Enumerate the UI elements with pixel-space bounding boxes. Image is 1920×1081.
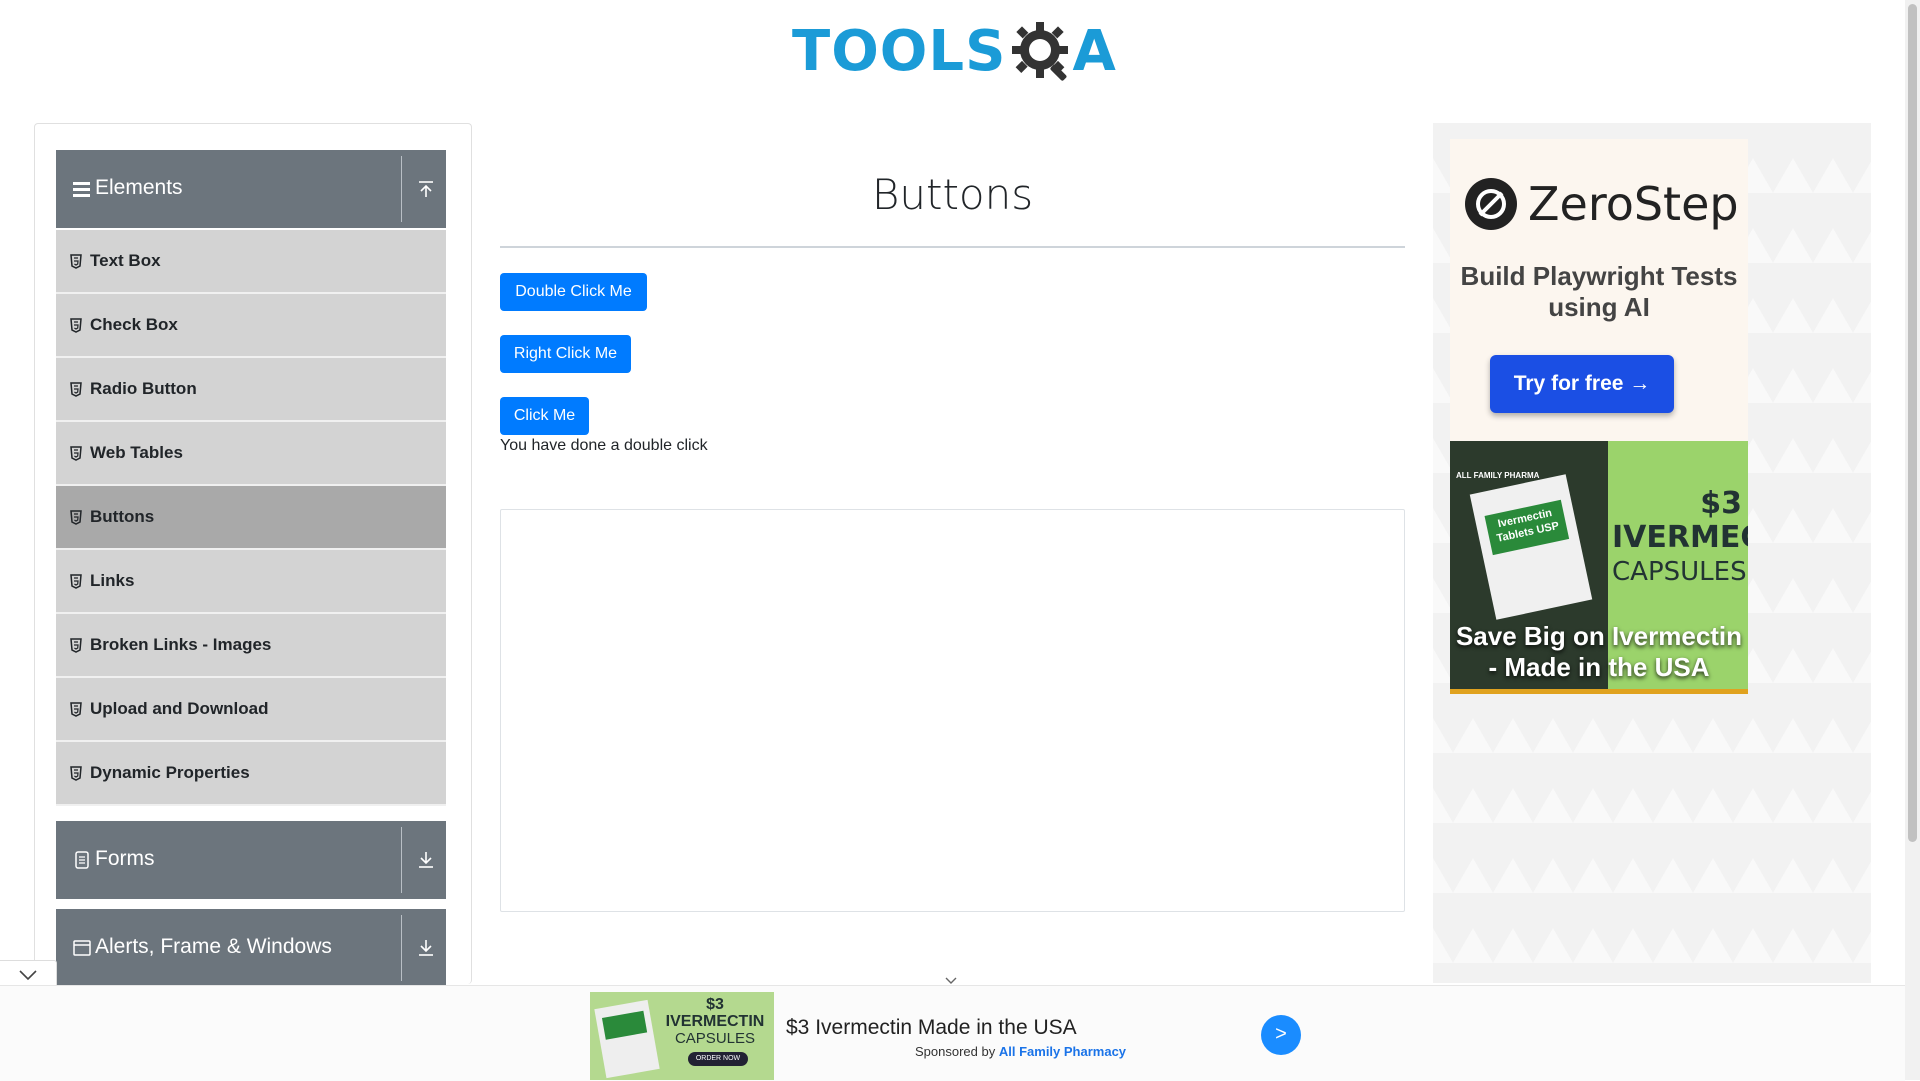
zerostep-tagline: Build Playwright Tests using AI [1460,261,1738,322]
group-forms[interactable]: Forms [56,821,446,899]
divider [401,915,402,981]
zerostep-ad[interactable]: ZeroStep Build Playwright Tests using AI… [1450,139,1748,443]
vertical-scrollbar[interactable] [1905,0,1920,1080]
html5-icon [70,318,82,333]
gear-magnifier-icon [1012,22,1069,81]
double-click-button[interactable]: Double Click Me [500,273,647,311]
logo-wordmark: TOOLS [792,19,1007,84]
scrollbar-thumb[interactable] [1908,4,1917,842]
group-alerts-frame-windows[interactable]: Alerts, Frame & Windows [56,909,446,987]
expand-down-icon[interactable] [415,937,437,959]
elements-menu: Text Box Check Box Radio Button Web Tabl… [56,230,446,806]
ad-headline: Save Big on Ivermectin - Made in the USA [1455,621,1743,682]
ad-price: $3 [1700,486,1742,521]
page-title: Buttons [871,170,1034,219]
sidebar-item-label: Links [90,571,135,590]
ad-product-form: CAPSULES [1612,557,1747,587]
document-icon [75,851,89,869]
zerostep-brand: ZeroStep [1528,177,1739,231]
sidebar-item-label: Dynamic Properties [90,763,250,782]
banner-thumbnail[interactable]: $3 IVERMECTIN CAPSULES ORDER NOW [590,992,774,1080]
left-panel: Elements Text Box Check Box Radio Button… [34,123,472,987]
sidebar-item-label: Text Box [90,251,161,270]
banner-next-button[interactable]: > [1261,1015,1301,1055]
zerostep-logo-icon [1465,178,1517,230]
sidebar-item-label: Radio Button [90,379,197,398]
divider [401,827,402,893]
ad-product-name: IVERMECTIN [1612,520,1748,555]
group-label: Alerts, Frame & Windows [95,935,332,958]
sidebar-item-text-box[interactable]: Text Box [56,230,446,294]
html5-icon [70,638,82,653]
product-box-image [594,999,660,1079]
divider [401,156,402,222]
bottom-banner-ad[interactable]: $3 IVERMECTIN CAPSULES ORDER NOW $3 Iver… [0,977,1905,1081]
sidebar-item-label: Web Tables [90,443,183,462]
hamburger-icon [73,182,90,197]
zerostep-logo: ZeroStep [1464,177,1739,231]
group-elements[interactable]: Elements [56,150,446,228]
sidebar-item-upload-download[interactable]: Upload and Download [56,678,446,742]
html5-icon [70,382,82,397]
sidebar-item-buttons[interactable]: Buttons [56,486,446,550]
banner-thumb-price: $3 [706,996,724,1013]
banner-thumb-cta: ORDER NOW [688,1052,748,1066]
product-box-image: Ivermectin Tablets USP [1469,474,1593,620]
sidebar-item-dynamic-properties[interactable]: Dynamic Properties [56,742,446,806]
html5-icon [70,766,82,781]
toolsqa-logo[interactable]: TOOLS A [792,14,1117,90]
sidebar-item-label: Buttons [90,507,155,526]
html5-icon [70,510,82,525]
expand-down-icon[interactable] [415,849,437,871]
logo-wordmark-qa: A [1072,19,1117,84]
double-click-message: You have done a double click [500,437,708,454]
banner-thumb-text: $3 IVERMECTIN CAPSULES [660,996,770,1047]
sidebar-item-label: Broken Links - Images [90,635,272,654]
banner-headline[interactable]: $3 Ivermectin Made in the USA [786,1016,1077,1040]
collapse-up-icon[interactable] [415,178,437,200]
sidebar-item-radio-button[interactable]: Radio Button [56,358,446,422]
sidebar-item-check-box[interactable]: Check Box [56,294,446,358]
right-click-button[interactable]: Right Click Me [500,335,631,373]
ad-price-block: $3 IVERMECTIN CAPSULES [1612,486,1748,589]
window-icon [73,940,91,956]
html5-icon [70,446,82,461]
sidebar-item-web-tables[interactable]: Web Tables [56,422,446,486]
right-ad-column: ZeroStep Build Playwright Tests using AI… [1433,123,1871,983]
chevron-down-icon [19,970,37,981]
sponsor-link[interactable]: All Family Pharmacy [999,1044,1126,1059]
ivermectin-ad[interactable]: ALL FAMILY PHARMA Ivermectin Tablets USP… [1450,441,1748,694]
sidebar-item-broken-links[interactable]: Broken Links - Images [56,614,446,678]
sponsored-prefix: Sponsored by [915,1044,996,1059]
pharma-brand: ALL FAMILY PHARMA [1456,471,1540,480]
sidebar-item-label: Check Box [90,315,178,334]
banner-sponsor-line: Sponsored by All Family Pharmacy [915,1044,1126,1059]
try-for-free-button[interactable]: Try for free → [1490,355,1674,413]
sidebar-item-label: Upload and Download [90,699,269,718]
html5-icon [70,574,82,589]
banner-thumb-product: IVERMECTIN [665,1013,765,1030]
group-label: Forms [95,847,155,870]
html5-icon [70,702,82,717]
chevron-down-icon[interactable] [938,974,964,988]
title-divider [500,246,1405,248]
ad-placeholder-box [500,509,1405,912]
html5-icon [70,254,82,269]
click-me-button[interactable]: Click Me [500,397,589,435]
sidebar-item-links[interactable]: Links [56,550,446,614]
banner-thumb-form: CAPSULES [674,1030,756,1047]
product-box-label: Ivermectin Tablets USP [1484,499,1570,556]
group-label: Elements [95,176,183,199]
